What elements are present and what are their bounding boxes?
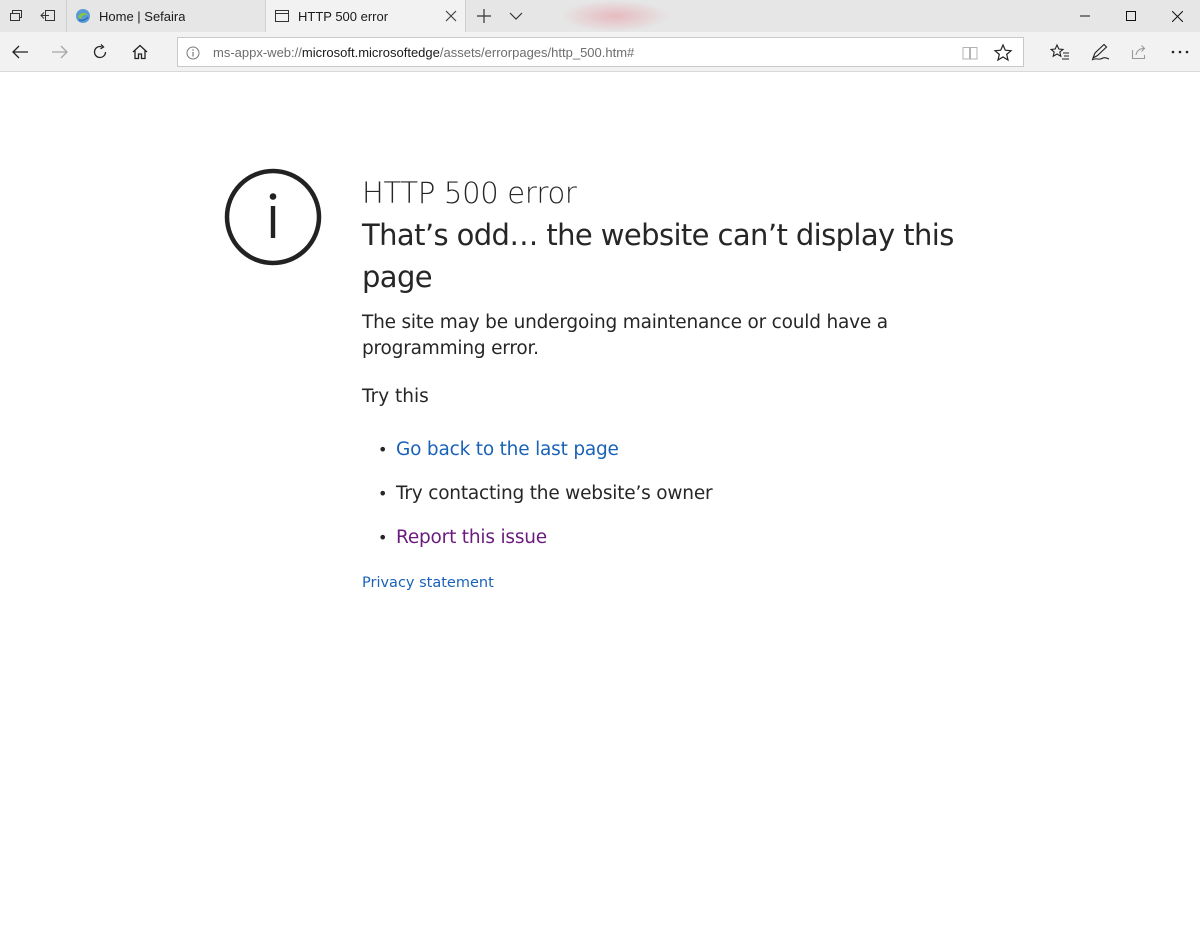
- refresh-icon[interactable]: [80, 32, 120, 72]
- bullet: •: [378, 484, 388, 503]
- reading-view-icon[interactable]: [961, 44, 979, 62]
- set-tabs-aside-icon[interactable]: [32, 0, 64, 32]
- bullet: •: [378, 440, 388, 459]
- tab-title: HTTP 500 error: [298, 8, 389, 24]
- suggestion-list: • Go back to the last page • Try contact…: [378, 437, 1002, 569]
- list-item: • Go back to the last page: [378, 437, 1002, 481]
- navigation-bar: ms-appx-web://microsoft.microsoftedge/as…: [0, 32, 1200, 72]
- bullet: •: [378, 528, 388, 547]
- report-issue-link[interactable]: Report this issue: [396, 525, 547, 569]
- page-icon: [274, 8, 290, 24]
- tab-bar: Home | Sefaira HTTP 500 error: [0, 0, 1200, 32]
- site-info-icon[interactable]: [184, 44, 202, 62]
- tab-sefaira[interactable]: Home | Sefaira: [66, 0, 266, 32]
- tab-title: Home | Sefaira: [99, 8, 186, 24]
- share-icon[interactable]: [1120, 32, 1160, 72]
- favorites-hub-icon[interactable]: [1040, 32, 1080, 72]
- tab-preview-icon[interactable]: [0, 0, 32, 32]
- forward-icon[interactable]: [40, 32, 80, 72]
- info-icon: [224, 168, 322, 266]
- address-bar[interactable]: ms-appx-web://microsoft.microsoftedge/as…: [177, 37, 1024, 67]
- url-text[interactable]: ms-appx-web://microsoft.microsoftedge/as…: [213, 45, 634, 60]
- chevron-down-icon[interactable]: [500, 0, 532, 32]
- home-icon[interactable]: [120, 32, 160, 72]
- list-item: • Report this issue: [378, 525, 1002, 569]
- go-back-link[interactable]: Go back to the last page: [396, 437, 619, 481]
- tab-http-500-error[interactable]: HTTP 500 error: [266, 0, 466, 32]
- try-this-heading: Try this: [362, 386, 429, 407]
- web-note-icon[interactable]: [1080, 32, 1120, 72]
- close-tab-icon[interactable]: [443, 8, 459, 24]
- more-icon[interactable]: [1160, 32, 1200, 72]
- error-content: HTTP 500 error That’s odd… the website c…: [362, 172, 1002, 592]
- favorite-star-icon[interactable]: [993, 43, 1013, 63]
- contact-owner-text: Try contacting the website’s owner: [396, 483, 713, 504]
- url-path: /assets/errorpages/http_500.htm#: [439, 45, 635, 60]
- page-subtitle: That’s odd… the website can’t display th…: [362, 218, 954, 294]
- page-title: HTTP 500 error: [362, 176, 577, 210]
- sefaira-logo-icon: [75, 8, 91, 24]
- list-item: • Try contacting the website’s owner: [378, 481, 1002, 525]
- error-description: The site may be undergoing maintenance o…: [362, 312, 888, 359]
- url-scheme: ms-appx-web://: [213, 45, 302, 60]
- maximize-icon[interactable]: [1108, 0, 1154, 32]
- close-window-icon[interactable]: [1154, 0, 1200, 32]
- url-host: microsoft.microsoftedge: [301, 45, 440, 60]
- back-icon[interactable]: [0, 32, 40, 72]
- minimize-icon[interactable]: [1062, 0, 1108, 32]
- privacy-statement-link[interactable]: Privacy statement: [362, 575, 494, 591]
- titlebar-highlight: [560, 0, 670, 32]
- new-tab-icon[interactable]: [468, 0, 500, 32]
